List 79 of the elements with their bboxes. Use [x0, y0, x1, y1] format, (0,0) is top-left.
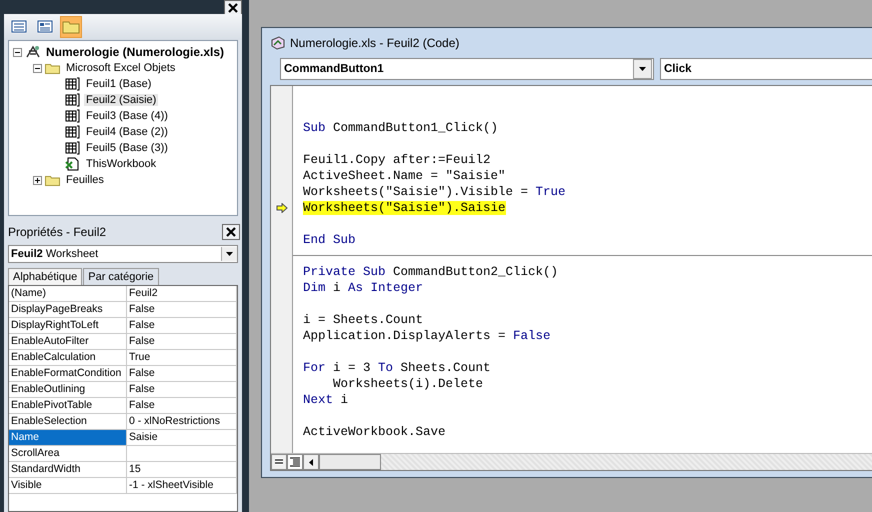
expand-toggle[interactable]	[33, 64, 42, 72]
tree-item[interactable]: Feuil4 (Base (2))	[84, 126, 170, 138]
property-value[interactable]: False	[127, 302, 237, 317]
expand-toggle[interactable]	[33, 176, 42, 184]
code-line: Dim i As Integer	[303, 281, 424, 295]
scroll-left-button[interactable]	[303, 454, 319, 470]
property-value[interactable]: False	[127, 334, 237, 349]
property-name[interactable]: DisplayRightToLeft	[9, 318, 127, 333]
tab[interactable]: Par catégorie	[83, 268, 159, 285]
property-value[interactable]: False	[127, 382, 237, 397]
code-line: ActiveSheet.Name = "Saisie"	[303, 169, 506, 183]
code-line: End Sub	[303, 233, 356, 247]
code-line: Private Sub CommandButton2_Click()	[303, 265, 558, 279]
worksheet-icon	[65, 141, 81, 155]
procedure-dropdown[interactable]: Click	[660, 58, 872, 80]
worksheet-icon	[65, 77, 81, 91]
folder-icon	[45, 174, 61, 186]
property-value[interactable]: False	[127, 318, 237, 333]
property-name[interactable]: EnableAutoFilter	[9, 334, 127, 349]
workbook-icon	[65, 157, 81, 171]
property-value[interactable]: True	[127, 350, 237, 365]
module-icon	[270, 36, 286, 50]
property-value[interactable]: 0 - xlNoRestrictions	[127, 414, 237, 429]
tree-item[interactable]: Feuilles	[64, 174, 106, 186]
code-line: Feuil1.Copy after:=Feuil2	[303, 153, 491, 167]
object-dropdown[interactable]: CommandButton1	[280, 58, 654, 80]
dropdown-arrow-icon	[639, 67, 646, 71]
worksheet-icon	[65, 125, 81, 139]
property-name[interactable]: StandardWidth	[9, 462, 127, 477]
panel-title: Propriétés - Feuil2	[8, 225, 106, 239]
left-arrow-icon	[309, 458, 313, 466]
lines-icon	[290, 457, 300, 467]
folder-icon	[45, 62, 61, 74]
tree-item[interactable]: ThisWorkbook	[84, 158, 158, 170]
object-dropdown[interactable]: Feuil2 Worksheet	[8, 245, 238, 263]
dropdown-arrow-icon	[226, 252, 233, 256]
code-line: i = Sheets.Count	[303, 313, 424, 327]
property-name[interactable]: EnableFormatCondition	[9, 366, 127, 381]
lines-icon	[274, 458, 284, 466]
window-title: Numerologie.xls - Feuil2 (Code)	[290, 36, 460, 50]
code-line: ActiveWorkbook.Save	[303, 425, 446, 439]
property-value[interactable]: False	[127, 366, 237, 381]
tree-item[interactable]: Numerologie (Numerologie.xls)	[44, 45, 226, 59]
code-line: Sub CommandButton1_Click()	[303, 121, 498, 135]
code-line: Worksheets(i).Delete	[332, 377, 484, 391]
property-name[interactable]: DisplayPageBreaks	[9, 302, 127, 317]
tree-item[interactable]: Feuil1 (Base)	[84, 78, 154, 90]
tree-item[interactable]: Feuil3 (Base (4))	[84, 110, 170, 122]
property-value[interactable]: -1 - xlSheetVisible	[127, 478, 237, 493]
tab[interactable]: Alphabétique	[8, 268, 82, 285]
property-value[interactable]: Feuil2	[127, 286, 237, 301]
project-icon	[25, 45, 41, 59]
tree-item[interactable]: Feuil5 (Base (3))	[84, 142, 170, 154]
property-name[interactable]: EnableOutlining	[9, 382, 127, 397]
expand-toggle[interactable]	[13, 48, 22, 56]
close-button[interactable]	[222, 224, 240, 240]
tree-item[interactable]: Feuil2 (Saisie)	[84, 94, 158, 106]
property-name[interactable]: EnableCalculation	[9, 350, 127, 365]
code-line: Application.DisplayAlerts = False	[303, 329, 551, 343]
worksheet-icon	[65, 93, 81, 107]
property-name[interactable]: Visible	[9, 478, 127, 493]
property-name[interactable]: (Name)	[9, 286, 127, 301]
property-name[interactable]: ScrollArea	[9, 446, 127, 461]
tree-item[interactable]: Microsoft Excel Objets	[64, 62, 178, 74]
worksheet-icon	[65, 109, 81, 123]
scrollbar-thumb[interactable]	[319, 454, 381, 470]
execution-arrow-icon	[276, 203, 288, 213]
code-line: Worksheets("Saisie").Visible = True	[303, 185, 566, 199]
procedure-view-button[interactable]	[271, 454, 287, 470]
property-name[interactable]: Name	[9, 430, 127, 445]
property-value[interactable]: 15	[127, 462, 237, 477]
property-name[interactable]: EnablePivotTable	[9, 398, 127, 413]
property-value[interactable]: Saisie	[127, 430, 237, 445]
folder-toggle-button[interactable]	[60, 16, 82, 38]
property-name[interactable]: EnableSelection	[9, 414, 127, 429]
module-view-button[interactable]	[287, 454, 303, 470]
code-line: For i = 3 To Sheets.Count	[303, 361, 491, 375]
code-line: Next i	[303, 393, 348, 407]
property-value[interactable]: False	[127, 398, 237, 413]
